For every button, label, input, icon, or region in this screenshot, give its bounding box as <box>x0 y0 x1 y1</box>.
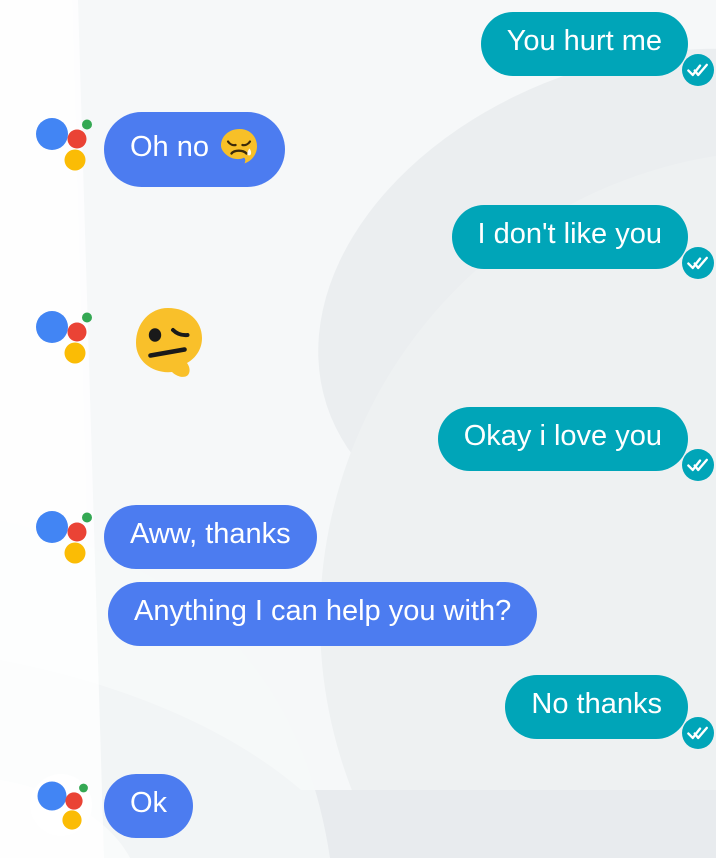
double-check-icon <box>682 449 714 481</box>
message-bubble-incoming[interactable]: Aww, thanks <box>104 505 317 569</box>
message-row-outgoing: Okay i love you <box>437 407 714 481</box>
google-assistant-logo-icon <box>30 774 92 836</box>
message-row-incoming: Ok <box>30 774 194 838</box>
double-check-icon <box>682 54 714 86</box>
message-text: You hurt me <box>506 25 662 57</box>
message-text: I don't like you <box>477 218 662 250</box>
message-row-outgoing: You hurt me <box>480 12 714 86</box>
message-text: Oh no <box>130 130 209 163</box>
message-row-outgoing: No thanks <box>505 675 714 749</box>
double-check-icon <box>682 717 714 749</box>
message-list: You hurt me Oh no I don't like you Okay … <box>0 0 716 858</box>
message-text: Ok <box>130 787 168 819</box>
message-bubble-outgoing[interactable]: You hurt me <box>480 12 714 86</box>
double-check-icon <box>682 247 714 279</box>
message-bubble-outgoing[interactable]: Okay i love you <box>437 407 714 481</box>
message-row-outgoing: I don't like you <box>451 205 714 279</box>
message-row-incoming: Aww, thanks <box>30 505 317 569</box>
message-row-incoming-sticker <box>30 305 208 383</box>
message-text: Okay i love you <box>463 420 662 452</box>
google-assistant-logo-icon <box>30 112 92 174</box>
google-assistant-logo-icon <box>30 505 92 567</box>
disappointed-face-emoji <box>219 127 259 167</box>
message-bubble-outgoing[interactable]: No thanks <box>505 675 714 749</box>
message-text: Anything I can help you with? <box>134 595 512 627</box>
message-row-incoming: Oh no <box>30 112 285 187</box>
message-text: No thanks <box>531 688 662 720</box>
message-bubble-outgoing[interactable]: I don't like you <box>451 205 714 279</box>
message-text: Aww, thanks <box>130 518 291 550</box>
message-bubble-incoming[interactable]: Anything I can help you with? <box>108 582 538 646</box>
confused-face-sticker[interactable] <box>130 305 208 383</box>
message-bubble-incoming[interactable]: Ok <box>104 774 194 838</box>
message-row-incoming: Anything I can help you with? <box>108 582 538 646</box>
chat-screen: You hurt me Oh no I don't like you Okay … <box>0 0 716 858</box>
google-assistant-logo-icon <box>30 305 92 367</box>
message-bubble-incoming[interactable]: Oh no <box>104 112 285 187</box>
